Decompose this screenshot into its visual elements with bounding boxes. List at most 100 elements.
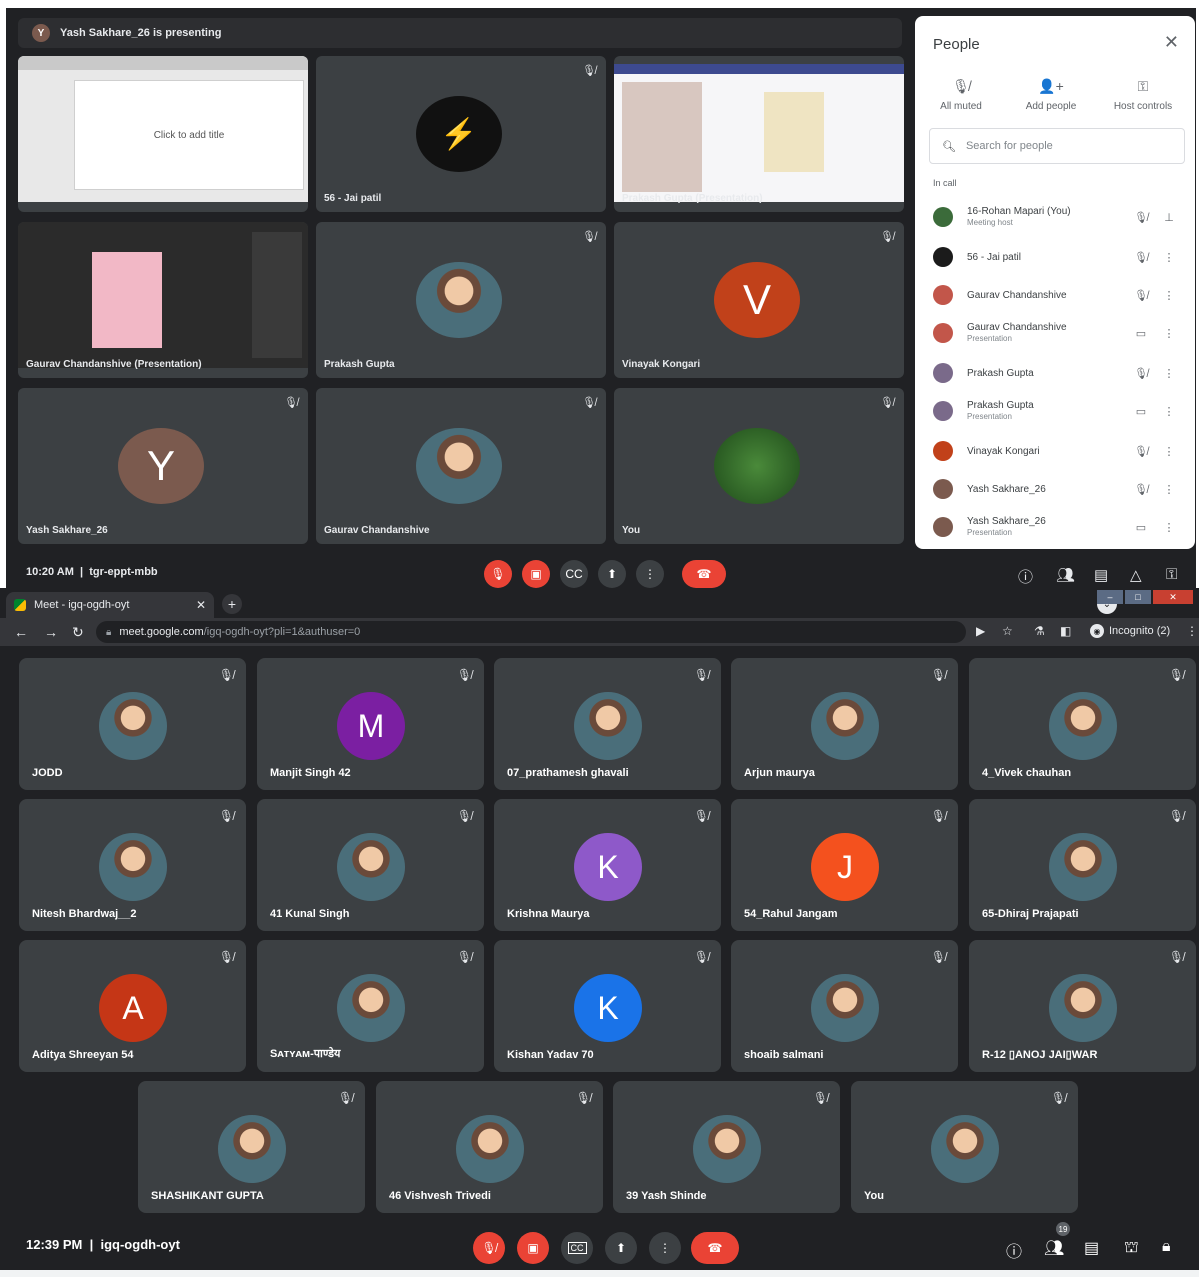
search-people-input[interactable]: 🔍︎ Search for people: [929, 128, 1185, 164]
participant-name: 54_Rahul Jangam: [744, 908, 838, 920]
participant-row[interactable]: Gaurav Chandanshive 🎙︎̸ ⋮: [933, 280, 1183, 310]
host-controls-icon[interactable]: ⚿: [1166, 566, 1177, 583]
participant-tile[interactable]: 🎙︎̸ R-12 ▯ANOJ JAI▯WAR: [969, 940, 1196, 1072]
participant-tile[interactable]: 🎙︎̸ 65-Dhiraj Prajapati: [969, 799, 1196, 931]
chat-icon[interactable]: ▤: [1094, 566, 1108, 584]
participant-tile[interactable]: 🎙︎̸ Arjun maurya: [731, 658, 958, 790]
info-icon[interactable]: ⓘ: [1006, 1238, 1022, 1262]
participant-tile[interactable]: 🎙︎̸ 39 Yash Shinde: [613, 1081, 840, 1213]
bookmark-star-icon[interactable]: ☆: [1002, 624, 1013, 638]
more-options-icon[interactable]: ⋮: [1155, 367, 1183, 380]
top-tile-you[interactable]: 🎙︎̸ You: [614, 388, 904, 544]
mic-off-icon: 🎙︎̸: [1134, 483, 1148, 496]
participant-row[interactable]: Yash Sakhare_26 🎙︎̸ ⋮: [933, 474, 1183, 504]
info-icon[interactable]: ⓘ: [1018, 566, 1033, 587]
more-options-icon[interactable]: ⋮: [1155, 445, 1183, 458]
participant-photo: [931, 1115, 999, 1183]
participant-tile[interactable]: K 🎙︎̸ Kishan Yadav 70: [494, 940, 721, 1072]
end-call-button[interactable]: ☎: [682, 560, 726, 588]
more-options-icon[interactable]: ⋮: [1155, 483, 1183, 496]
people-icon[interactable]: 👥︎: [1056, 566, 1075, 584]
participant-tile[interactable]: 🎙︎̸ 07_prathamesh ghavali: [494, 658, 721, 790]
captions-button[interactable]: CC: [560, 560, 588, 588]
mic-off-icon: 🎙︎̸: [880, 397, 894, 409]
participant-tile[interactable]: K 🎙︎̸ Krishna Maurya: [494, 799, 721, 931]
reload-icon[interactable]: ↻: [72, 624, 84, 641]
more-options-icon: ⋮: [659, 1241, 671, 1255]
participant-tile[interactable]: J 🎙︎̸ 54_Rahul Jangam: [731, 799, 958, 931]
participant-tile[interactable]: A 🎙︎̸ Aditya Shreeyan 54: [19, 940, 246, 1072]
new-tab-button[interactable]: +: [222, 594, 242, 614]
camera-toggle-button[interactable]: ▣: [517, 1232, 549, 1264]
participant-tile[interactable]: 🎙︎̸ 41 Kunal Singh: [257, 799, 484, 931]
minimize-button[interactable]: –: [1097, 590, 1123, 604]
participant-row[interactable]: Prakash Gupta 🎙︎̸ ⋮: [933, 358, 1183, 388]
more-options-icon[interactable]: ⋮: [1155, 521, 1183, 534]
avatar: [933, 517, 953, 537]
more-options-icon[interactable]: ⋮: [1155, 405, 1183, 418]
participant-name: 46 Vishvesh Trivedi: [389, 1190, 491, 1202]
top-tile-jai-patil[interactable]: ⚡ 🎙︎̸ 56 - Jai patil: [316, 56, 606, 212]
activities-icon[interactable]: ⛫: [1124, 1238, 1139, 1258]
participant-tile[interactable]: 🎙︎̸ 46 Vishvesh Trivedi: [376, 1081, 603, 1213]
top-tile-gaurav[interactable]: 🎙︎̸ Gaurav Chandanshive: [316, 388, 606, 544]
participant-row[interactable]: Yash Sakhare_26 Presentation ▭ ⋮: [933, 512, 1183, 542]
host-controls-button[interactable]: ⚿ Host controls: [1103, 78, 1183, 112]
top-tile-gaurav-presentation[interactable]: Gaurav Chandanshive (Presentation): [18, 222, 308, 378]
camera-in-use-icon[interactable]: ▶︎: [976, 624, 985, 638]
participant-row[interactable]: Prakash Gupta Presentation ▭ ⋮: [933, 396, 1183, 426]
participant-tile[interactable]: 🎙︎̸ SHASHIKANT GUPTA: [138, 1081, 365, 1213]
present-button[interactable]: ⬆: [605, 1232, 637, 1264]
avatar: [933, 401, 953, 421]
present-button[interactable]: ⬆: [598, 560, 626, 588]
more-options-icon[interactable]: ⋮: [1155, 251, 1183, 264]
more-options-button[interactable]: ⋮: [636, 560, 664, 588]
all-muted-button[interactable]: 🎙︎̸ All muted: [921, 78, 1001, 112]
participant-tile[interactable]: 🎙︎̸ 4_Vivek chauhan: [969, 658, 1196, 790]
participant-row[interactable]: 16-Rohan Mapari (You) Meeting host 🎙︎̸ ⊥: [933, 202, 1183, 232]
participant-tile[interactable]: 🎙︎̸ Sᴀᴛʏᴀᴍ-पाण्डेय: [257, 940, 484, 1072]
end-call-button[interactable]: ☎: [691, 1232, 739, 1264]
top-tile-prakash-presentation[interactable]: Prakash Gupta (Presentation): [614, 56, 904, 212]
incognito-indicator[interactable]: ◉ Incognito (2): [1090, 624, 1170, 638]
close-tab-icon[interactable]: ✕: [196, 598, 206, 612]
pin-icon[interactable]: ⊥: [1155, 211, 1183, 224]
top-tile-vinayak[interactable]: V 🎙︎̸ Vinayak Kongari: [614, 222, 904, 378]
participant-tile[interactable]: 🎙︎̸ You: [851, 1081, 1078, 1213]
participant-tile[interactable]: 🎙︎̸ JODD: [19, 658, 246, 790]
host-controls-icon[interactable]: 🔒︎: [1162, 1238, 1171, 1256]
more-options-icon[interactable]: ⋮: [1155, 289, 1183, 302]
activities-icon[interactable]: △: [1130, 566, 1142, 584]
close-icon[interactable]: ✕: [1164, 32, 1179, 53]
chat-icon[interactable]: ▤: [1084, 1238, 1099, 1258]
captions-button[interactable]: CC: [561, 1232, 593, 1264]
close-window-button[interactable]: ✕: [1153, 590, 1193, 604]
top-tile-yash-sakhare[interactable]: Y 🎙︎̸ Yash Sakhare_26: [18, 388, 308, 544]
participant-row[interactable]: 56 - Jai patil 🎙︎̸ ⋮: [933, 242, 1183, 272]
participant-row[interactable]: Vinayak Kongari 🎙︎̸ ⋮: [933, 436, 1183, 466]
back-icon[interactable]: ←: [14, 624, 28, 640]
more-options-icon[interactable]: ⋮: [1155, 327, 1183, 340]
mic-toggle-button[interactable]: 🎙︎̸: [473, 1232, 505, 1264]
participant-tile[interactable]: M 🎙︎̸ Manjit Singh 42: [257, 658, 484, 790]
people-icon[interactable]: 👥︎: [1044, 1238, 1064, 1258]
participant-tile[interactable]: 🎙︎̸ Nitesh Bhardwaj__2: [19, 799, 246, 931]
participant-row[interactable]: Gaurav Chandanshive Presentation ▭ ⋮: [933, 318, 1183, 348]
side-panel-icon[interactable]: ◧: [1060, 624, 1071, 638]
camera-toggle-button[interactable]: ▣: [522, 560, 550, 588]
participant-tile[interactable]: 🎙︎̸ shoaib salmani: [731, 940, 958, 1072]
avatar: [933, 323, 953, 343]
maximize-button[interactable]: □: [1125, 590, 1151, 604]
mic-toggle-button[interactable]: 🎙︎: [484, 560, 512, 588]
extensions-icon[interactable]: ⚗: [1034, 624, 1045, 638]
url-bar[interactable]: 🔒︎ meet.google.com/igq-ogdh-oyt?pli=1&au…: [96, 621, 966, 643]
forward-icon[interactable]: →: [44, 624, 58, 640]
browser-menu-icon[interactable]: ⋮: [1186, 624, 1198, 638]
add-people-button[interactable]: 👤+ Add people: [1011, 78, 1091, 112]
present-icon: ⬆: [606, 567, 618, 581]
top-tile-prakash-gupta[interactable]: 🎙︎̸ Prakash Gupta: [316, 222, 606, 378]
top-tile-slide[interactable]: Click to add title: [18, 56, 308, 212]
browser-tab[interactable]: Meet - igq-ogdh-oyt ✕: [6, 592, 214, 618]
mic-off-icon: 🎙︎̸: [1134, 367, 1148, 380]
more-options-button[interactable]: ⋮: [649, 1232, 681, 1264]
